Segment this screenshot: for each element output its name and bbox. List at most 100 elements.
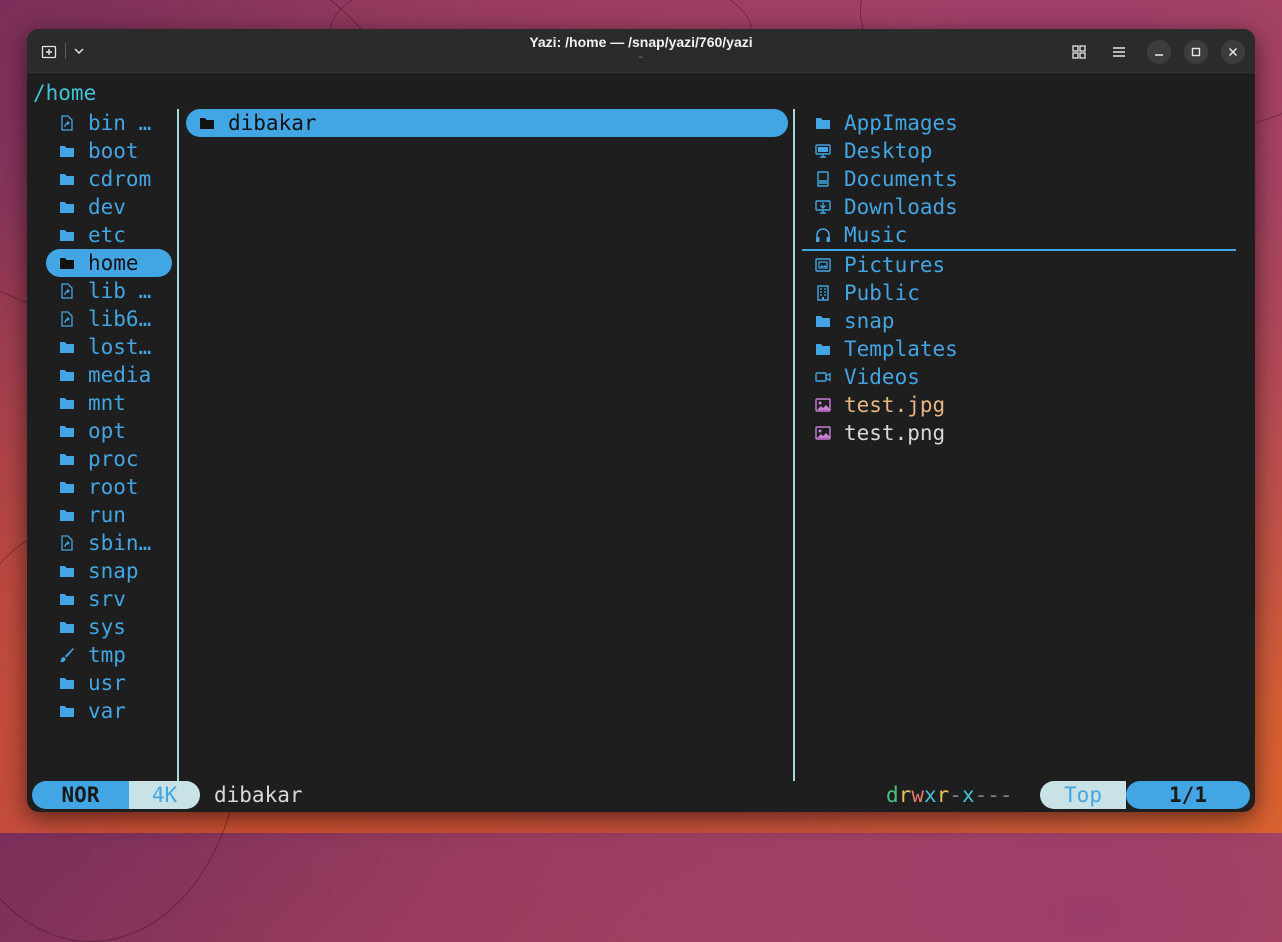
item-name: dev	[88, 195, 126, 219]
item-name: proc	[88, 447, 139, 471]
parent-list-item[interactable]: root	[46, 473, 172, 501]
parent-list-item[interactable]: boot	[46, 137, 172, 165]
parent-list-item[interactable]: bin …	[46, 109, 172, 137]
preview-list-item[interactable]: snap	[802, 307, 1236, 335]
item-name: sbin…	[88, 531, 152, 555]
folder-icon	[59, 367, 75, 383]
item-name: Pictures	[844, 253, 946, 277]
item-name: media	[88, 363, 152, 387]
parent-list-item[interactable]: media	[46, 361, 172, 389]
parent-list-item[interactable]: dev	[46, 193, 172, 221]
hamburger-icon	[1113, 47, 1125, 57]
scroll-position: Top	[1040, 781, 1126, 809]
current-list-item[interactable]: dibakar	[186, 109, 788, 137]
preview-list-item[interactable]: Videos	[802, 363, 1236, 391]
folder-icon	[59, 479, 75, 495]
building-icon	[815, 285, 831, 301]
parent-list-item[interactable]: proc	[46, 445, 172, 473]
symlink-icon	[59, 311, 75, 327]
item-name: Public	[844, 281, 920, 305]
item-name: cdrom	[88, 167, 152, 191]
file-size: 4K	[129, 781, 200, 809]
tab-menu-button[interactable]	[68, 38, 90, 64]
parent-list-item[interactable]: var	[46, 697, 172, 725]
download-icon	[815, 199, 831, 215]
parent-list-item[interactable]: sbin…	[46, 529, 172, 557]
item-name: snap	[88, 559, 139, 583]
item-count: 1/1	[1126, 781, 1250, 809]
preview-list-item[interactable]: Documents	[802, 165, 1236, 193]
item-name: lib …	[88, 279, 152, 303]
symlink-icon	[59, 283, 75, 299]
brush-icon	[59, 647, 75, 663]
item-name: var	[88, 699, 126, 723]
preview-list-item[interactable]: AppImages	[802, 109, 1236, 137]
folder-icon	[59, 199, 75, 215]
permission-char: -	[949, 783, 962, 807]
folder-icon	[59, 563, 75, 579]
preview-list-item[interactable]: test.png	[802, 419, 1236, 447]
preview-list-item[interactable]: Public	[802, 279, 1236, 307]
folder-icon	[59, 703, 75, 719]
folder-icon	[59, 339, 75, 355]
window-subtitle: ~	[638, 52, 644, 62]
parent-list-item[interactable]: home	[46, 249, 172, 277]
item-name: opt	[88, 419, 126, 443]
status-bar: NOR 4K dibakar drwxr-x--- Top 1/1	[32, 781, 1250, 809]
preview-list-item[interactable]: Templates	[802, 335, 1236, 363]
parent-directory-pane[interactable]: bin … boot cdrom dev etc home lib … lib6… lost… m…	[46, 109, 172, 725]
parent-list-item[interactable]: mnt	[46, 389, 172, 417]
item-name: lost…	[88, 335, 152, 359]
preview-list-item[interactable]: Pictures	[802, 251, 1236, 279]
item-name: tmp	[88, 643, 126, 667]
item-name: test.jpg	[844, 393, 946, 417]
grid-icon	[1072, 45, 1086, 59]
item-name: Desktop	[844, 139, 933, 163]
terminal-window: Yazi: /home — /snap/yazi/760/yazi ~ /hom…	[27, 29, 1255, 812]
parent-list-item[interactable]: tmp	[46, 641, 172, 669]
overview-button[interactable]	[1067, 40, 1091, 64]
folder-icon	[59, 423, 75, 439]
close-button[interactable]	[1221, 40, 1245, 64]
parent-list-item[interactable]: cdrom	[46, 165, 172, 193]
minimize-button[interactable]	[1147, 40, 1171, 64]
folder-icon	[59, 675, 75, 691]
parent-list-item[interactable]: opt	[46, 417, 172, 445]
folder-icon	[59, 143, 75, 159]
parent-list-item[interactable]: srv	[46, 585, 172, 613]
item-name: run	[88, 503, 126, 527]
new-tab-button[interactable]	[35, 38, 63, 64]
preview-list-item[interactable]: Desktop	[802, 137, 1236, 165]
permission-char: x	[961, 783, 975, 807]
parent-list-item[interactable]: lib …	[46, 277, 172, 305]
parent-list-item[interactable]: etc	[46, 221, 172, 249]
preview-list-item[interactable]: Downloads	[802, 193, 1236, 221]
permission-char: x	[923, 783, 937, 807]
current-directory-pane[interactable]: dibakar	[186, 109, 788, 137]
preview-pane[interactable]: AppImages Desktop Documents Downloads Music P…	[802, 109, 1236, 447]
parent-list-item[interactable]: run	[46, 501, 172, 529]
folder-icon	[59, 591, 75, 607]
title-bar: Yazi: /home — /snap/yazi/760/yazi ~	[27, 29, 1255, 75]
item-name: AppImages	[844, 111, 958, 135]
preview-list-item[interactable]: Music	[802, 221, 1236, 251]
parent-list-item[interactable]: usr	[46, 669, 172, 697]
chevron-down-icon	[74, 48, 84, 55]
folder-icon	[815, 313, 831, 329]
main-menu-button[interactable]	[1107, 40, 1131, 64]
window-title: Yazi: /home — /snap/yazi/760/yazi	[529, 34, 753, 50]
item-name: boot	[88, 139, 139, 163]
maximize-button[interactable]	[1184, 40, 1208, 64]
preview-list-item[interactable]: test.jpg	[802, 391, 1236, 419]
parent-list-item[interactable]: snap	[46, 557, 172, 585]
parent-list-item[interactable]: sys	[46, 613, 172, 641]
headphones-icon	[815, 227, 831, 243]
item-name: Music	[844, 223, 908, 247]
mode-indicator: NOR	[32, 781, 129, 809]
item-name: snap	[844, 309, 895, 333]
yazi-terminal[interactable]: /home bin … boot cdrom dev etc home lib … lib6……	[27, 75, 1255, 812]
permission-char: d	[886, 783, 899, 807]
parent-list-item[interactable]: lost…	[46, 333, 172, 361]
minimize-icon	[1155, 54, 1163, 56]
parent-list-item[interactable]: lib6…	[46, 305, 172, 333]
